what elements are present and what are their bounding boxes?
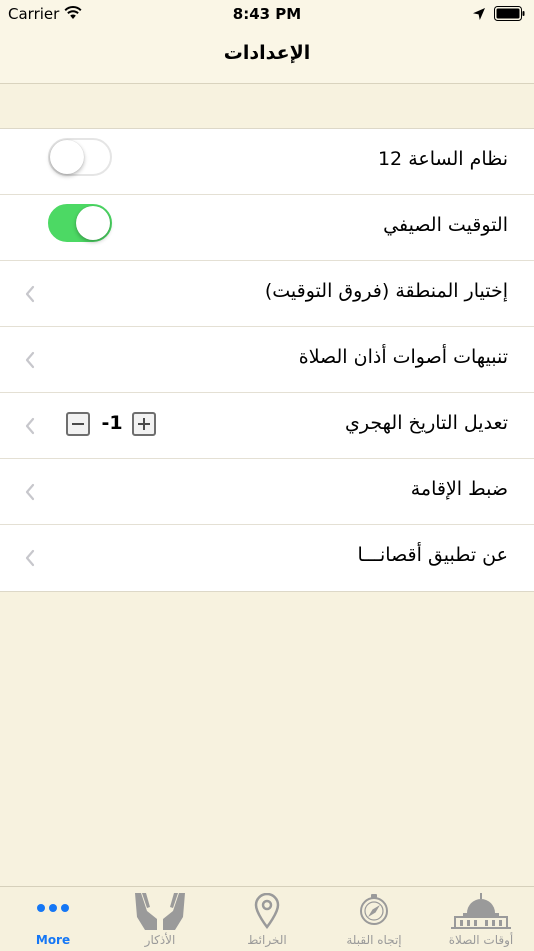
tab-azkar[interactable]: الأذكار <box>107 887 213 951</box>
navigation-bar: الإعدادات <box>0 28 534 84</box>
hijri-offset-value: -1 <box>101 412 123 434</box>
toggle-knob <box>76 206 110 240</box>
tab-more[interactable]: More <box>0 887 106 951</box>
tab-label: أوقات الصلاة <box>448 933 514 947</box>
setting-region-select[interactable]: إختيار المنطقة (فروق التوقيت) <box>0 261 534 327</box>
hijri-increment-button[interactable] <box>132 412 156 436</box>
praying-hands-icon <box>135 893 185 930</box>
chevron-left-icon <box>25 549 35 567</box>
tab-qibla[interactable]: إتجاه القبلة <box>321 887 427 951</box>
chevron-left-icon <box>25 285 35 303</box>
hijri-decrement-button[interactable] <box>66 412 90 436</box>
setting-label: التوقيت الصيفي <box>383 214 508 236</box>
location-arrow-icon <box>473 8 485 20</box>
tab-label: الأذكار <box>144 933 176 947</box>
setting-label: عن تطبيق أقصانـــا <box>357 544 508 566</box>
battery-icon <box>494 6 525 21</box>
chevron-left-icon <box>25 417 35 435</box>
setting-label: إختيار المنطقة (فروق التوقيت) <box>264 280 508 302</box>
status-bar: Carrier 8:43 PM <box>0 0 534 28</box>
12-hour-clock-toggle[interactable] <box>48 138 112 176</box>
setting-adhan-alerts[interactable]: تنبيهات أصوات أذان الصلاة <box>0 327 534 393</box>
tab-label: الخرائط <box>247 933 287 947</box>
page-title: الإعدادات <box>223 42 311 64</box>
setting-iqama[interactable]: ضبط الإقامة <box>0 459 534 525</box>
setting-label: نظام الساعة 12 <box>377 148 508 170</box>
chevron-left-icon <box>25 351 35 369</box>
daylight-saving-toggle[interactable] <box>48 204 112 242</box>
tab-label: More <box>35 933 71 947</box>
setting-label: تعديل التاريخ الهجري <box>345 412 508 434</box>
tab-prayer-times[interactable]: أوقات الصلاة <box>428 887 534 951</box>
settings-list: نظام الساعة 12 التوقيت الصيفي إختيار الم… <box>0 128 534 592</box>
setting-label: تنبيهات أصوات أذان الصلاة <box>298 346 508 368</box>
tab-label: إتجاه القبلة <box>346 933 402 947</box>
tab-bar: More الأذكار الخرائط إتجاه القبلة أوقات … <box>0 886 534 951</box>
setting-daylight-saving[interactable]: التوقيت الصيفي <box>0 195 534 261</box>
more-dots-icon <box>37 904 69 912</box>
setting-about-app[interactable]: عن تطبيق أقصانـــا <box>0 525 534 591</box>
status-time: 8:43 PM <box>232 5 302 23</box>
compass-icon <box>360 894 388 925</box>
chevron-left-icon <box>25 483 35 501</box>
toggle-knob <box>50 140 84 174</box>
setting-label: ضبط الإقامة <box>410 478 508 500</box>
setting-hijri-adjust[interactable]: -1 تعديل التاريخ الهجري <box>0 393 534 459</box>
mosque-dome-icon <box>451 893 511 929</box>
map-pin-icon <box>254 893 280 929</box>
tab-maps[interactable]: الخرائط <box>214 887 320 951</box>
setting-12-hour-clock[interactable]: نظام الساعة 12 <box>0 129 534 195</box>
